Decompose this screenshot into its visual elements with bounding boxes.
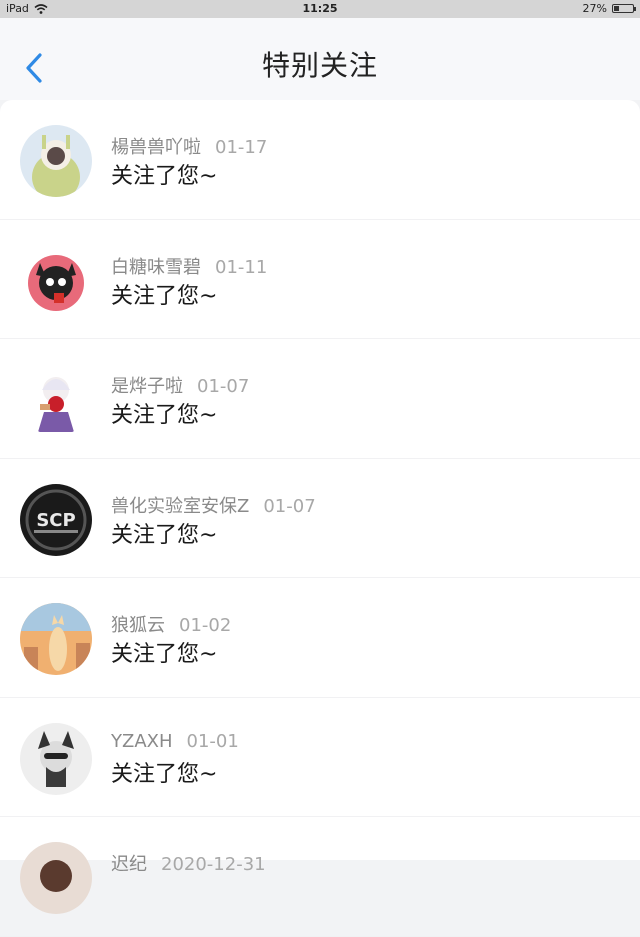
status-bar: iPad 11:25 27% bbox=[0, 0, 640, 18]
date: 01-07 bbox=[263, 495, 316, 517]
status-time: 11:25 bbox=[302, 2, 338, 15]
message: 关注了您~ bbox=[111, 164, 218, 189]
name-line: 白糖味雪碧 01-11 bbox=[111, 253, 267, 279]
user-name[interactable]: 是烨子啦 bbox=[111, 376, 183, 397]
nav-bar: 特别关注 bbox=[0, 18, 640, 100]
list-item[interactable]: 楊兽兽吖啦 01-17 关注了您~ bbox=[0, 100, 640, 220]
list-item[interactable]: 迟纪 2020-12-31 bbox=[0, 817, 640, 937]
date: 01-01 bbox=[186, 730, 239, 752]
follow-list: 楊兽兽吖啦 01-17 关注了您~ 白糖味雪碧 01-11 关注了您~ 是烨子啦… bbox=[0, 100, 640, 937]
user-name[interactable]: 楊兽兽吖啦 bbox=[111, 137, 201, 158]
message: 关注了您~ bbox=[111, 761, 218, 787]
name-line: 迟纪 2020-12-31 bbox=[111, 850, 266, 876]
avatar[interactable] bbox=[20, 603, 92, 675]
list-item[interactable]: SCP 兽化实验室安保Z 01-07 关注了您~ bbox=[0, 459, 640, 578]
date: 01-17 bbox=[215, 137, 268, 158]
message: 关注了您~ bbox=[111, 283, 218, 309]
status-right: 27% bbox=[582, 2, 636, 15]
name-line: 楊兽兽吖啦 01-17 bbox=[111, 133, 267, 159]
page-title: 特别关注 bbox=[261, 49, 378, 82]
date: 2020-12-31 bbox=[161, 854, 266, 875]
name-line: YZAXH 01-01 bbox=[111, 731, 239, 752]
avatar[interactable] bbox=[20, 244, 92, 317]
battery-icon bbox=[612, 4, 636, 13]
avatar[interactable] bbox=[20, 364, 92, 436]
user-name[interactable]: 兽化实验室安保Z bbox=[111, 496, 249, 517]
svg-text:SCP: SCP bbox=[36, 510, 75, 531]
message: 关注了您~ bbox=[111, 642, 218, 667]
date: 01-07 bbox=[197, 376, 250, 397]
message: 关注了您~ bbox=[111, 522, 218, 548]
list-item[interactable]: 狼狐云 01-02 关注了您~ bbox=[0, 578, 640, 698]
message: 关注了您~ bbox=[111, 403, 218, 428]
avatar[interactable]: SCP bbox=[20, 483, 92, 556]
date: 01-11 bbox=[215, 256, 268, 278]
user-name[interactable]: 狼狐云 bbox=[111, 615, 165, 636]
avatar[interactable] bbox=[20, 125, 92, 197]
list-item[interactable]: 白糖味雪碧 01-11 关注了您~ bbox=[0, 220, 640, 339]
name-line: 狼狐云 01-02 bbox=[111, 611, 231, 637]
list-item[interactable]: YZAXH 01-01 关注了您~ bbox=[0, 698, 640, 817]
battery-percent: 27% bbox=[582, 2, 607, 15]
date: 01-02 bbox=[179, 615, 232, 636]
user-name[interactable]: 迟纪 bbox=[111, 854, 147, 875]
avatar[interactable] bbox=[20, 722, 92, 795]
name-line: 是烨子啦 01-07 bbox=[111, 372, 249, 398]
user-name[interactable]: 白糖味雪碧 bbox=[111, 257, 201, 278]
list-item[interactable]: 是烨子啦 01-07 关注了您~ bbox=[0, 339, 640, 459]
battery-fill bbox=[614, 6, 619, 11]
user-name[interactable]: YZAXH bbox=[111, 731, 173, 752]
name-line: 兽化实验室安保Z 01-07 bbox=[111, 492, 316, 518]
